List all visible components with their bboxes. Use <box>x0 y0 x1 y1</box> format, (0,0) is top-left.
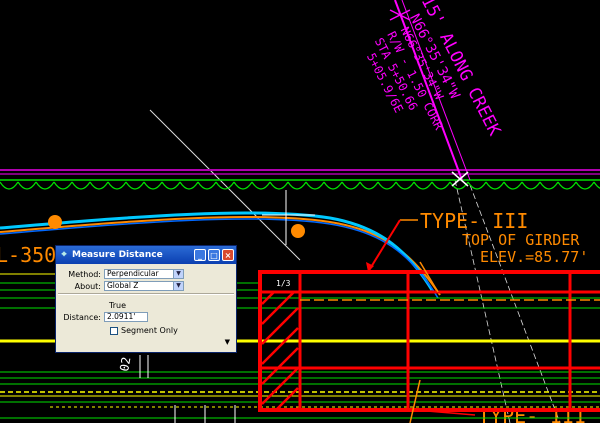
measure-tool-icon: ⌖ <box>61 250 67 260</box>
about-row: About: Global Z ▼ <box>56 281 184 291</box>
true-label: True <box>109 301 126 310</box>
dialog-separator <box>58 293 234 295</box>
method-row: Method: Perpendicular ▼ <box>56 269 184 279</box>
method-label: Method: <box>68 269 101 279</box>
small-label-2: 1/3 <box>276 279 291 288</box>
chevron-down-icon[interactable]: ▼ <box>173 282 183 290</box>
method-value: Perpendicular <box>107 269 159 278</box>
chevron-down-icon[interactable]: ▼ <box>173 270 183 278</box>
cad-drawing-canvas[interactable]: 15' ALONG CREEK N66°35'34"W N66°35'34"W … <box>0 0 600 423</box>
maximize-button[interactable]: □ <box>208 249 220 261</box>
segment-only-label: Segment Only <box>121 326 178 335</box>
minimize-button[interactable]: _ <box>194 249 206 261</box>
expand-arrow-icon[interactable]: ▼ <box>225 338 230 346</box>
dialog-title: Measure Distance <box>72 250 163 260</box>
distance-field[interactable]: 2.0911' <box>104 312 148 322</box>
segment-only-row[interactable]: Segment Only <box>110 326 178 335</box>
type-label: TYPE- III <box>420 209 528 233</box>
method-select[interactable]: Perpendicular ▼ <box>104 269 184 279</box>
elev-label: ELEV.=85.77' <box>480 248 588 266</box>
segment-only-checkbox[interactable] <box>110 326 118 335</box>
label-left: L-350 <box>0 243 56 267</box>
distance-row: Distance: 2.0911' <box>56 312 148 322</box>
top-of-girder: TOP OF GIRDER <box>462 231 580 249</box>
measure-distance-dialog[interactable]: ⌖ Measure Distance _ □ × Method: Perpend… <box>55 245 237 353</box>
small-label: 02 <box>117 356 133 373</box>
close-button[interactable]: × <box>222 249 234 261</box>
dialog-titlebar[interactable]: ⌖ Measure Distance _ □ × <box>56 246 236 264</box>
about-value: Global Z <box>107 281 139 290</box>
about-select[interactable]: Global Z ▼ <box>104 281 184 291</box>
about-label: About: <box>74 281 101 291</box>
distance-label: Distance: <box>63 312 101 322</box>
